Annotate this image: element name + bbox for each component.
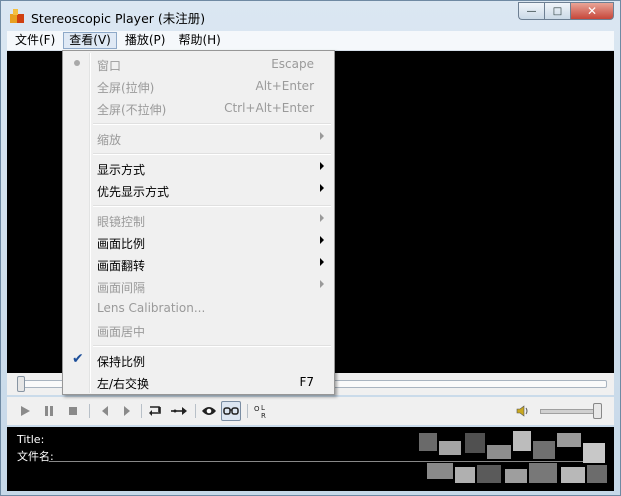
menu-view[interactable]: 查看(V) (63, 32, 117, 49)
frame-step-icon[interactable] (169, 401, 189, 421)
menu-separator (93, 345, 331, 347)
filename-underline (49, 461, 589, 462)
menu-item-shortcut: F7 (299, 375, 314, 389)
title-bar[interactable]: Stereoscopic Player (未注册) — □ ✕ (1, 1, 620, 31)
info-panel: Title: 文件名: (7, 427, 614, 491)
checkmark-icon: ✔ (72, 351, 84, 367)
menu-item-label: 窗口 (97, 59, 122, 73)
left-right-icon[interactable]: OLR (251, 401, 271, 421)
menu-item-fullscreen-nostretch[interactable]: 全屏(不拉伸) Ctrl+Alt+Enter (65, 97, 332, 119)
submenu-arrow-icon (320, 280, 324, 288)
menu-separator (93, 123, 331, 125)
svg-text:O: O (254, 405, 260, 413)
toolbar-divider (89, 404, 90, 418)
app-logo-icon (10, 9, 24, 23)
menu-item-label: 眼镜控制 (97, 215, 146, 229)
window-title: Stereoscopic Player (未注册) (31, 11, 206, 26)
seek-thumb[interactable] (17, 376, 25, 392)
menu-item-label: Lens Calibration... (97, 301, 206, 315)
menu-item-label: 全屏(不拉伸) (97, 103, 167, 117)
glasses-icon[interactable] (221, 401, 241, 421)
menu-separator (93, 205, 331, 207)
toolbar-divider (247, 404, 248, 418)
prev-icon[interactable] (95, 401, 115, 421)
submenu-arrow-icon (320, 258, 324, 266)
submenu-arrow-icon (320, 162, 324, 170)
menu-item-zoom[interactable]: 缩放 (65, 127, 332, 149)
volume-thumb[interactable] (593, 403, 602, 419)
toolbar-divider (141, 404, 142, 418)
menu-play[interactable]: 播放(P) (120, 32, 171, 49)
menu-item-label: 保持比例 (97, 355, 146, 369)
toolbar-divider (195, 404, 196, 418)
menu-item-label: 优先显示方式 (97, 185, 170, 199)
menu-item-lens-calibration[interactable]: Lens Calibration... (65, 297, 332, 319)
submenu-arrow-icon (320, 184, 324, 192)
close-button[interactable]: ✕ (570, 2, 614, 20)
play-icon[interactable] (15, 401, 35, 421)
menu-item-flip[interactable]: 画面翻转 (65, 253, 332, 275)
title-label: Title: (17, 433, 45, 446)
menu-item-spacing[interactable]: 画面间隔 (65, 275, 332, 297)
transport-controls: OLR (7, 397, 614, 425)
menu-help[interactable]: 帮助(H) (173, 32, 225, 49)
menu-item-label: 画面比例 (97, 237, 146, 251)
eye-icon[interactable] (199, 401, 219, 421)
radio-dot-icon (74, 60, 80, 66)
menu-separator (93, 153, 331, 155)
submenu-arrow-icon (320, 214, 324, 222)
loop-icon[interactable] (145, 401, 165, 421)
stop-icon[interactable] (63, 401, 83, 421)
next-icon[interactable] (117, 401, 137, 421)
menu-item-label: 画面居中 (97, 325, 146, 339)
menu-item-fullscreen-stretch[interactable]: 全屏(拉伸) Alt+Enter (65, 75, 332, 97)
menu-item-glasses-control[interactable]: 眼镜控制 (65, 209, 332, 231)
svg-text:L: L (261, 404, 265, 412)
svg-text:R: R (261, 412, 266, 419)
submenu-arrow-icon (320, 132, 324, 140)
menu-item-shortcut: Escape (271, 57, 314, 71)
menu-item-swap-lr[interactable]: 左/右交换 F7 (65, 371, 332, 393)
menu-item-center[interactable]: 画面居中 (65, 319, 332, 341)
menu-item-keep-aspect[interactable]: ✔ 保持比例 (65, 349, 332, 371)
menu-item-label: 画面翻转 (97, 259, 146, 273)
menu-item-label: 全屏(拉伸) (97, 81, 155, 95)
submenu-arrow-icon (320, 236, 324, 244)
speaker-icon[interactable] (512, 401, 532, 421)
minimize-button[interactable]: — (518, 2, 544, 20)
menu-item-label: 左/右交换 (97, 377, 150, 391)
menu-item-display-mode[interactable]: 显示方式 (65, 157, 332, 179)
pause-icon[interactable] (39, 401, 59, 421)
menu-item-preferred-display[interactable]: 优先显示方式 (65, 179, 332, 201)
menu-item-label: 缩放 (97, 133, 122, 147)
menu-item-aspect-ratio[interactable]: 画面比例 (65, 231, 332, 253)
view-menu-dropdown: 窗口 Escape 全屏(拉伸) Alt+Enter 全屏(不拉伸) Ctrl+… (62, 50, 335, 395)
app-window: Stereoscopic Player (未注册) — □ ✕ 文件(F) 查看… (0, 0, 621, 496)
menu-file[interactable]: 文件(F) (10, 32, 60, 49)
menu-item-shortcut: Alt+Enter (255, 79, 314, 93)
menu-item-label: 显示方式 (97, 163, 146, 177)
menu-item-window[interactable]: 窗口 Escape (65, 53, 332, 75)
menu-item-label: 画面间隔 (97, 281, 146, 295)
maximize-button[interactable]: □ (544, 2, 570, 20)
menu-bar: 文件(F) 查看(V) 播放(P) 帮助(H) (7, 31, 614, 51)
menu-item-shortcut: Ctrl+Alt+Enter (224, 101, 314, 115)
